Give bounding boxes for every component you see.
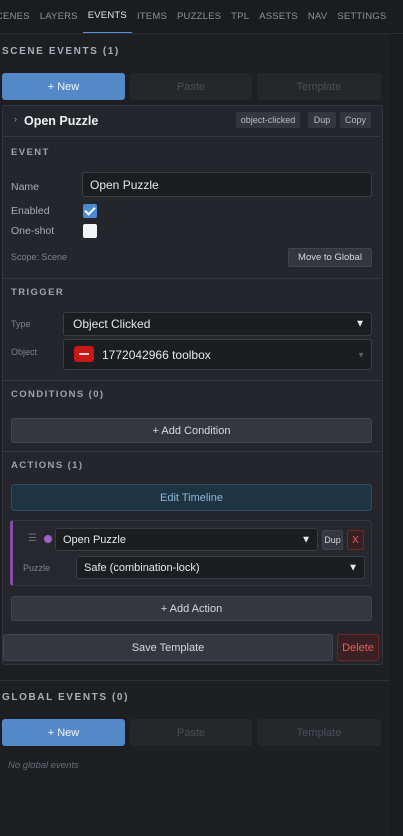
tab-bar: CENES LAYERS EVENTS ITEMS PUZZLES TPL AS… <box>0 0 403 34</box>
global-events-empty-text: No global events <box>8 760 79 771</box>
tab-tpl[interactable]: TPL <box>226 0 254 33</box>
puzzle-select[interactable]: Safe (combination-lock) ▼ <box>76 556 365 579</box>
chevron-down-icon: ▼ <box>348 562 358 573</box>
scope-text: Scope: Scene <box>11 252 68 262</box>
puzzle-value: Safe (combination-lock) <box>84 561 200 574</box>
move-to-global-button[interactable]: Move to Global <box>288 248 372 267</box>
object-thumbnail-icon <box>74 346 94 362</box>
chevron-down-icon: ▼ <box>355 318 365 330</box>
scrollbar-track[interactable] <box>390 34 403 836</box>
chevron-down-icon: ▼ <box>301 534 311 545</box>
event-name-value: Open Puzzle <box>90 177 159 192</box>
divider <box>3 380 381 381</box>
name-label: Name <box>11 181 40 193</box>
action-marker-icon <box>44 535 52 543</box>
oneshot-checkbox[interactable] <box>83 224 97 238</box>
trigger-type-value: Object Clicked <box>73 317 151 331</box>
actions-section-title: ACTIONS (1) <box>11 460 84 471</box>
remove-action-button[interactable]: X <box>347 530 364 550</box>
divider <box>3 451 381 452</box>
tab-layers[interactable]: LAYERS <box>35 0 83 33</box>
tab-events[interactable]: EVENTS <box>82 0 132 33</box>
dup-action-button[interactable]: Dup <box>322 530 343 550</box>
trigger-object-select[interactable]: 1772042966 toolbox ▼ <box>63 339 372 370</box>
add-action-button[interactable]: + Add Action <box>11 596 372 621</box>
conditions-section-title: CONDITIONS (0) <box>11 389 105 400</box>
new-global-event-button[interactable]: + New <box>2 719 125 746</box>
divider <box>0 680 390 681</box>
global-events-title: GLOBAL EVENTS (0) <box>2 692 130 703</box>
type-label: Type <box>11 319 31 329</box>
event-title[interactable]: Open Puzzle <box>24 114 98 128</box>
collapse-chevron-icon[interactable]: › <box>14 114 17 124</box>
dup-event-button[interactable]: Dup <box>308 112 336 128</box>
trigger-section-title: TRIGGER <box>11 287 65 298</box>
chevron-down-icon: ▼ <box>357 350 365 359</box>
tab-nav[interactable]: NAV <box>303 0 332 33</box>
oneshot-label: One-shot <box>11 225 55 237</box>
enabled-label: Enabled <box>11 205 50 217</box>
template-global-event-button[interactable]: Template <box>257 719 381 746</box>
event-section-title: EVENT <box>11 147 50 158</box>
delete-event-button[interactable]: Delete <box>337 634 379 661</box>
paste-global-event-button[interactable]: Paste <box>130 719 252 746</box>
template-scene-event-button[interactable]: Template <box>257 73 381 100</box>
tab-settings[interactable]: SETTINGS <box>332 0 391 33</box>
tab-assets[interactable]: ASSETS <box>254 0 303 33</box>
event-name-input[interactable]: Open Puzzle <box>82 172 372 197</box>
tab-puzzles[interactable]: PUZZLES <box>172 0 226 33</box>
action-type-value: Open Puzzle <box>63 533 126 546</box>
action-type-select[interactable]: Open Puzzle ▼ <box>55 528 318 551</box>
drag-handle-icon[interactable]: ☰ <box>28 533 37 544</box>
trigger-badge: object-clicked <box>236 112 300 128</box>
save-template-button[interactable]: Save Template <box>3 634 333 661</box>
new-scene-event-button[interactable]: + New <box>2 73 125 100</box>
scene-events-title: SCENE EVENTS (1) <box>2 46 120 57</box>
divider <box>3 136 381 137</box>
tab-scenes[interactable]: CENES <box>0 0 35 33</box>
add-condition-button[interactable]: + Add Condition <box>11 418 372 443</box>
puzzle-label: Puzzle <box>23 563 51 573</box>
tab-items[interactable]: ITEMS <box>132 0 172 33</box>
object-label: Object <box>11 347 38 357</box>
edit-timeline-button[interactable]: Edit Timeline <box>11 484 372 511</box>
trigger-type-select[interactable]: Object Clicked ▼ <box>63 312 372 336</box>
enabled-checkbox[interactable] <box>83 204 97 218</box>
copy-event-button[interactable]: Copy <box>340 112 371 128</box>
divider <box>3 278 381 279</box>
paste-scene-event-button[interactable]: Paste <box>130 73 252 100</box>
